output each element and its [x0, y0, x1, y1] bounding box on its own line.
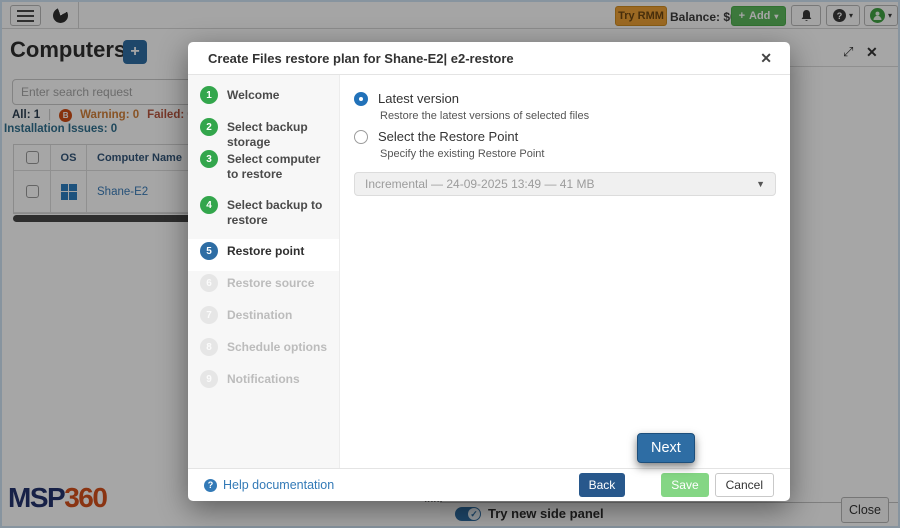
- restore-point-radio[interactable]: [354, 130, 368, 144]
- step-destination: 7 Destination: [188, 303, 339, 335]
- cancel-button[interactable]: Cancel: [715, 473, 774, 497]
- footer-buttons: Back Save Cancel: [579, 473, 774, 497]
- restore-point-desc: Specify the existing Restore Point: [380, 148, 776, 160]
- step-notifications: 9 Notifications: [188, 367, 339, 399]
- dialog-close-icon[interactable]: ✕: [760, 50, 772, 67]
- step-schedule-options: 8 Schedule options: [188, 335, 339, 367]
- step-restore-point: 5 Restore point: [188, 239, 340, 271]
- latest-version-radio[interactable]: [354, 92, 368, 106]
- step-select-backup-storage: 2 Select backup storage: [188, 115, 339, 147]
- restore-point-select[interactable]: Incremental — 24-09-2025 13:49 — 41 MB ▼: [354, 172, 776, 196]
- restore-point-panel: Latest version Restore the latest versio…: [340, 75, 790, 468]
- latest-version-desc: Restore the latest versions of selected …: [380, 110, 776, 122]
- restore-plan-wizard-dialog: Create Files restore plan for Shane-E2| …: [188, 42, 790, 501]
- help-documentation-label: Help documentation: [223, 478, 334, 492]
- dialog-footer: ? Help documentation Back Save Cancel: [188, 468, 790, 501]
- option-select-restore-point: Select the Restore Point Specify the exi…: [354, 129, 776, 160]
- question-circle-icon: ?: [204, 479, 217, 492]
- save-button[interactable]: Save: [661, 473, 708, 497]
- wizard-steps: 1 Welcome 2 Select backup storage 3 Sele…: [188, 75, 340, 468]
- option-latest-version: Latest version Restore the latest versio…: [354, 91, 776, 122]
- select-caret-icon: ▼: [756, 179, 765, 189]
- restore-point-label: Select the Restore Point: [378, 129, 518, 144]
- dialog-title: Create Files restore plan for Shane-E2| …: [208, 51, 514, 66]
- step-restore-source: 6 Restore source: [188, 271, 339, 303]
- step-select-computer: 3 Select computer to restore: [188, 147, 339, 193]
- step-select-backup: 4 Select backup to restore: [188, 193, 339, 239]
- step-welcome: 1 Welcome: [188, 83, 339, 115]
- next-button[interactable]: Next: [637, 433, 695, 463]
- restore-point-select-value: Incremental — 24-09-2025 13:49 — 41 MB: [365, 177, 594, 191]
- dialog-header: Create Files restore plan for Shane-E2| …: [188, 42, 790, 75]
- help-documentation-link[interactable]: ? Help documentation: [204, 478, 334, 492]
- latest-version-label: Latest version: [378, 91, 459, 106]
- app-screen: Try RMM Balance: $0 + Add ▾ ? ▾ ▾ Comput…: [0, 0, 900, 528]
- back-button[interactable]: Back: [579, 473, 626, 497]
- dialog-body: 1 Welcome 2 Select backup storage 3 Sele…: [188, 75, 790, 468]
